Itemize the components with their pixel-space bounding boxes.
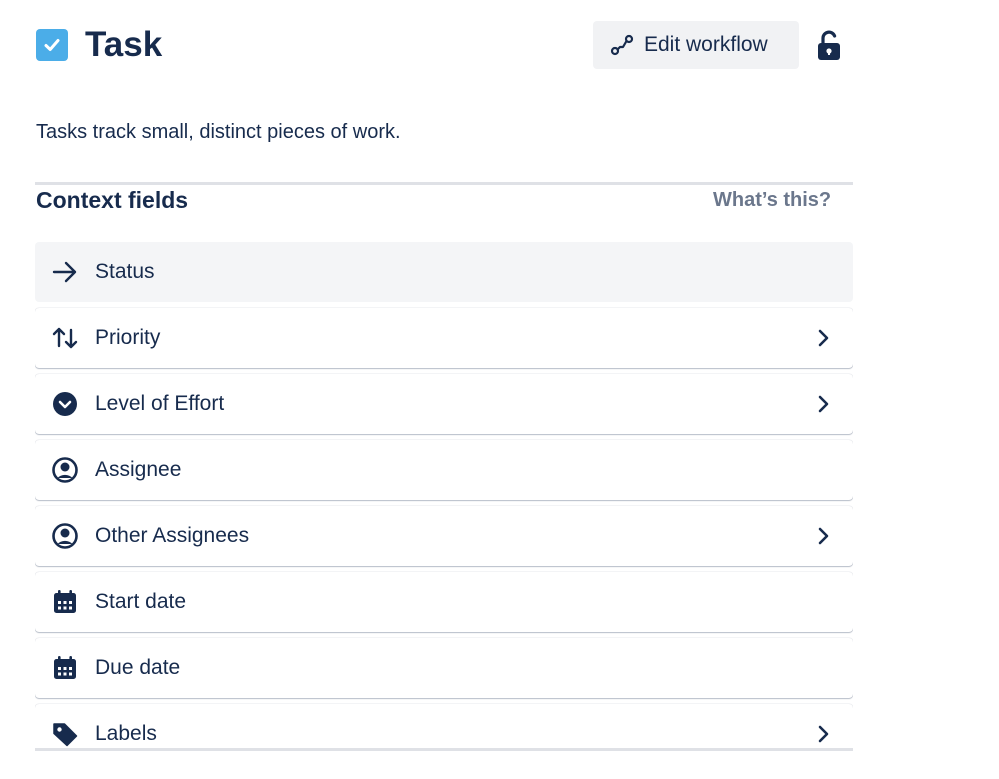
field-row-status[interactable]: Status — [35, 242, 853, 302]
context-fields-heading: Context fields — [36, 187, 189, 213]
field-row-level-of-effort[interactable]: Level of Effort — [35, 374, 853, 434]
issue-type-description: Tasks track small, distinct pieces of wo… — [36, 121, 401, 143]
task-checkbox-icon — [36, 29, 68, 61]
chevron-right-icon[interactable] — [811, 392, 835, 416]
field-label: Status — [95, 260, 155, 283]
calendar-icon — [51, 588, 79, 616]
field-label: Other Assignees — [95, 524, 250, 547]
unlocked-padlock-icon[interactable] — [816, 29, 842, 61]
field-row-labels[interactable]: Labels — [35, 704, 853, 750]
arrow-right-icon — [51, 258, 79, 286]
field-label: Due date — [95, 656, 181, 679]
context-fields-list: Status Priority Level of Effort Assignee… — [35, 242, 853, 750]
field-row-other-assignees[interactable]: Other Assignees — [35, 506, 853, 566]
dropdown-circle-icon — [51, 390, 79, 418]
field-row-due-date[interactable]: Due date — [35, 638, 853, 698]
page-header: Task Edit workflow — [36, 20, 854, 70]
user-avatar-icon — [51, 456, 79, 484]
chevron-right-icon[interactable] — [811, 326, 835, 350]
whats-this-link[interactable]: What’s this? — [713, 189, 831, 212]
edit-workflow-button[interactable]: Edit workflow — [593, 21, 799, 69]
workflow-icon — [610, 34, 634, 56]
field-label: Priority — [95, 326, 161, 349]
list-bottom-border — [35, 748, 853, 751]
field-label: Start date — [95, 590, 187, 613]
page-title: Task — [85, 25, 163, 64]
tag-icon — [51, 720, 79, 748]
chevron-right-icon[interactable] — [811, 524, 835, 548]
field-row-priority[interactable]: Priority — [35, 308, 853, 368]
field-row-assignee[interactable]: Assignee — [35, 440, 853, 500]
edit-workflow-label: Edit workflow — [644, 33, 768, 56]
chevron-right-icon[interactable] — [811, 722, 835, 746]
field-label: Assignee — [95, 458, 182, 481]
user-avatar-icon — [51, 522, 79, 550]
field-label: Labels — [95, 722, 157, 745]
calendar-icon — [51, 654, 79, 682]
field-label: Level of Effort — [95, 392, 225, 415]
field-row-start-date[interactable]: Start date — [35, 572, 853, 632]
section-divider — [35, 182, 853, 185]
sort-arrows-icon — [51, 324, 79, 352]
